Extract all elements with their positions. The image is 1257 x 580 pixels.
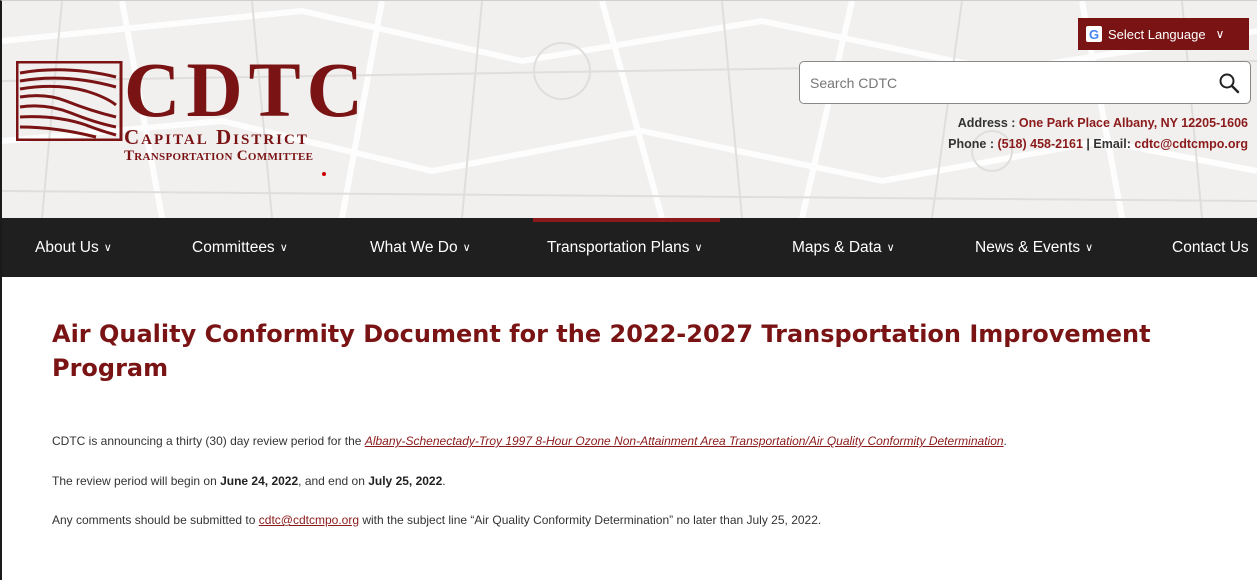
- separator: |: [1082, 137, 1094, 151]
- page-title: Air Quality Conformity Document for the …: [52, 320, 1151, 382]
- select-language-button[interactable]: G Select Language ∨: [1078, 18, 1249, 50]
- start-date: June 24, 2022: [220, 474, 299, 488]
- chevron-down-icon: ∨: [1085, 242, 1094, 254]
- p3-text-a: Any comments should be submitted to: [52, 513, 259, 527]
- nav-item-label: About Us: [35, 238, 99, 256]
- select-language-label: Select Language: [1108, 26, 1206, 42]
- nav-item-label: Transportation Plans: [547, 238, 690, 256]
- contact-info: Address : One Park Place Albany, NY 1220…: [948, 113, 1248, 155]
- phone-email-line: Phone : (518) 458-2161 | Email: cdtc@cdt…: [948, 134, 1248, 155]
- p3-text-b: with the subject line “Air Quality Confo…: [359, 513, 822, 527]
- chevron-down-icon: ∨: [279, 242, 288, 254]
- phone-label: Phone :: [948, 137, 998, 151]
- nav-item-what-we-do[interactable]: What We Do ∨: [370, 218, 471, 277]
- address-value: One Park Place Albany, NY 12205-1606: [1018, 116, 1248, 130]
- logo-line-1: Capital District: [124, 125, 309, 149]
- site-header: CDTC Capital District Transportation Com…: [2, 1, 1257, 218]
- chevron-down-icon: ∨: [886, 242, 895, 254]
- nav-item-committees[interactable]: Committees ∨: [192, 218, 288, 277]
- search-icon[interactable]: [1218, 72, 1240, 94]
- chevron-down-icon: ∨: [1215, 27, 1225, 41]
- nav-item-label: News & Events: [975, 238, 1081, 256]
- nav-item-label: What We Do: [370, 238, 458, 256]
- chevron-down-icon: ∨: [694, 242, 703, 254]
- nav-item-about-us[interactable]: About Us ∨: [35, 218, 112, 277]
- nav-item-maps-data[interactable]: Maps & Data ∨: [792, 218, 895, 277]
- address-label: Address :: [957, 116, 1019, 130]
- logo-swoosh-icon: [16, 61, 123, 141]
- paragraph-comments: Any comments should be submitted to cdtc…: [52, 513, 821, 527]
- nav-item-transportation-plans[interactable]: Transportation Plans ∨: [547, 218, 703, 277]
- paragraph-review-announcement: CDTC is announcing a thirty (30) day rev…: [52, 434, 1007, 448]
- paragraph-review-dates: The review period will begin on June 24,…: [52, 474, 446, 488]
- search-box: [799, 61, 1251, 104]
- conformity-determination-link[interactable]: Albany-Schenectady-Troy 1997 8-Hour Ozon…: [365, 434, 1004, 448]
- address-line: Address : One Park Place Albany, NY 1220…: [948, 113, 1248, 134]
- p2-text-b: , and end on: [298, 474, 369, 488]
- nav-item-label: Maps & Data: [792, 238, 882, 256]
- cdtc-logo[interactable]: CDTC Capital District Transportation Com…: [16, 46, 376, 183]
- nav-item-label: Contact Us: [1172, 238, 1249, 256]
- main-navigation: About Us ∨ Committees ∨ What We Do ∨ Transp…: [2, 218, 1257, 277]
- nav-item-label: Committees: [192, 238, 275, 256]
- logo-letters: CDTC: [124, 46, 370, 133]
- comments-email-link[interactable]: cdtc@cdtcmpo.org: [259, 513, 359, 527]
- logo-line-2: Transportation Committee: [124, 148, 314, 164]
- p2-text-a: The review period will begin on: [52, 474, 221, 488]
- email-link[interactable]: cdtc@cdtcmpo.org: [1134, 137, 1248, 151]
- nav-item-contact-us[interactable]: Contact Us: [1172, 218, 1249, 277]
- phone-link[interactable]: (518) 458-2161: [997, 137, 1082, 151]
- email-label: Email:: [1093, 137, 1135, 151]
- chevron-down-icon: ∨: [462, 242, 471, 254]
- chevron-down-icon: ∨: [103, 242, 112, 254]
- logo-dot: [322, 172, 326, 176]
- search-input[interactable]: [810, 72, 1200, 94]
- p1-end: .: [1003, 434, 1007, 448]
- p2-text-c: .: [442, 474, 446, 488]
- google-icon: G: [1086, 26, 1102, 42]
- p1-text: CDTC is announcing a thirty (30) day rev…: [52, 434, 365, 448]
- end-date: July 25, 2022: [368, 474, 443, 488]
- nav-item-news-events[interactable]: News & Events ∨: [975, 218, 1093, 277]
